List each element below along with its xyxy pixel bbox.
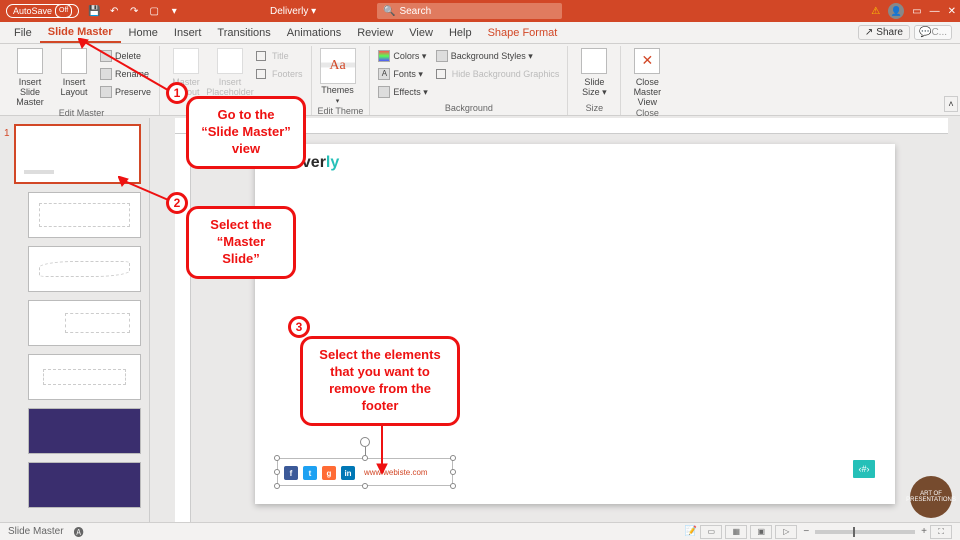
status-mode: Slide Master bbox=[8, 526, 64, 537]
facebook-icon[interactable]: f bbox=[284, 466, 298, 480]
group-background: Colors ▾ AFonts ▾ Effects ▾ Background S… bbox=[370, 46, 568, 115]
warning-icon[interactable]: ⚠ bbox=[871, 6, 880, 17]
theme-icon: Aa bbox=[320, 48, 356, 84]
slide-number-placeholder[interactable]: ‹#› bbox=[853, 460, 875, 478]
watermark-logo: ART OF PRESENTATIONS bbox=[910, 476, 952, 518]
tab-file[interactable]: File bbox=[6, 22, 40, 43]
step1-badge: 1 bbox=[166, 82, 188, 104]
redo-icon[interactable]: ↷ bbox=[127, 4, 141, 18]
footer-selection[interactable]: f t g in www.webiste.com bbox=[277, 458, 453, 486]
slideshow-view-button[interactable]: ▷ bbox=[775, 525, 797, 539]
autosave-toggle[interactable]: AutoSave Off bbox=[6, 4, 79, 18]
tab-animations[interactable]: Animations bbox=[279, 22, 349, 43]
reading-view-button[interactable]: ▣ bbox=[750, 525, 772, 539]
master-slide-thumbnail[interactable]: 1 bbox=[14, 124, 141, 184]
effects-button[interactable]: Effects ▾ bbox=[376, 84, 429, 100]
rotate-handle[interactable] bbox=[360, 437, 370, 447]
step3-badge: 3 bbox=[288, 316, 310, 338]
footer-url: www.webiste.com bbox=[364, 468, 428, 477]
accessibility-icon[interactable]: 🅐 bbox=[74, 524, 84, 539]
master-index: 1 bbox=[4, 128, 10, 139]
linkedin-icon[interactable]: in bbox=[341, 466, 355, 480]
zoom-out-button[interactable]: − bbox=[803, 526, 809, 537]
start-show-icon[interactable]: ▢ bbox=[147, 4, 161, 18]
rss-icon[interactable]: g bbox=[322, 466, 336, 480]
zoom-slider[interactable] bbox=[815, 530, 915, 534]
fonts-button[interactable]: AFonts ▾ bbox=[376, 66, 429, 82]
layout-thumbnail-5[interactable] bbox=[28, 408, 141, 454]
minimize-icon[interactable]: — bbox=[930, 6, 940, 17]
close-window-icon[interactable]: ✕ bbox=[948, 6, 956, 17]
slide-canvas[interactable]: …liverly ‹#› f t g in www.webiste.com bbox=[255, 144, 895, 504]
search-icon: 🔍 bbox=[383, 6, 395, 17]
tab-help[interactable]: Help bbox=[441, 22, 480, 43]
effects-icon bbox=[378, 86, 390, 98]
insert-slide-master-button[interactable]: Insert Slide Master bbox=[10, 48, 50, 108]
ribbon-display-icon[interactable]: ▭ bbox=[912, 6, 921, 17]
status-bar: Slide Master 🅐 📝 ▭ ▦ ▣ ▷ − + ⛶ bbox=[0, 522, 960, 540]
layout-thumbnail-3[interactable] bbox=[28, 300, 141, 346]
tab-view[interactable]: View bbox=[401, 22, 441, 43]
quick-access-toolbar: 💾 ↶ ↷ ▢ ▾ bbox=[87, 4, 181, 18]
account-avatar[interactable]: 👤 bbox=[888, 3, 904, 19]
tab-review[interactable]: Review bbox=[349, 22, 401, 43]
document-name[interactable]: Deliverly ▾ bbox=[270, 6, 316, 17]
collapse-ribbon-button[interactable]: ˄ bbox=[944, 96, 958, 112]
title-bar: AutoSave Off 💾 ↶ ↷ ▢ ▾ Deliverly ▾ 🔍 Sea… bbox=[0, 0, 960, 22]
step2-callout: Select the “Master Slide” bbox=[186, 206, 296, 279]
save-icon[interactable]: 💾 bbox=[87, 4, 101, 18]
layout-thumbnail-6[interactable] bbox=[28, 462, 141, 508]
tab-shape-format[interactable]: Shape Format bbox=[480, 22, 566, 43]
fit-to-window-button[interactable]: ⛶ bbox=[930, 525, 952, 539]
themes-button[interactable]: AaThemes▾ bbox=[318, 48, 358, 106]
qat-more-icon[interactable]: ▾ bbox=[167, 4, 181, 18]
bg-styles-icon bbox=[436, 50, 448, 62]
search-box[interactable]: 🔍 Search bbox=[377, 3, 562, 19]
colors-button[interactable]: Colors ▾ bbox=[376, 48, 429, 64]
layout-thumbnail-2[interactable] bbox=[28, 246, 141, 292]
layout-thumbnail-4[interactable] bbox=[28, 354, 141, 400]
group-close: ✕Close Master View Close bbox=[621, 46, 673, 115]
step3-callout: Select the elements that you want to rem… bbox=[300, 336, 460, 426]
share-button[interactable]: ↗Share bbox=[858, 25, 910, 40]
step1-callout: Go to the “Slide Master” view bbox=[186, 96, 306, 169]
twitter-icon[interactable]: t bbox=[303, 466, 317, 480]
zoom-in-button[interactable]: + bbox=[921, 526, 927, 537]
comments-button[interactable]: 💬C... bbox=[914, 25, 952, 40]
sorter-view-button[interactable]: ▦ bbox=[725, 525, 747, 539]
notes-button[interactable]: 📝 bbox=[685, 526, 697, 537]
slide-size-button[interactable]: Slide Size ▾ bbox=[574, 48, 614, 98]
normal-view-button[interactable]: ▭ bbox=[700, 525, 722, 539]
close-master-view-button[interactable]: ✕Close Master View bbox=[627, 48, 667, 108]
group-size: Slide Size ▾ Size bbox=[568, 46, 621, 115]
group-edit-theme: AaThemes▾ Edit Theme bbox=[312, 46, 371, 115]
footers-checkbox: Footers bbox=[254, 66, 305, 82]
background-styles-button[interactable]: Background Styles ▾ bbox=[434, 48, 562, 64]
hide-bg-checkbox: Hide Background Graphics bbox=[434, 66, 562, 82]
insert-placeholder-button: Insert Placeholder bbox=[210, 48, 250, 98]
tab-transitions[interactable]: Transitions bbox=[209, 22, 278, 43]
fonts-icon: A bbox=[378, 68, 390, 80]
social-icons: f t g in bbox=[284, 466, 355, 480]
title-checkbox: Title bbox=[254, 48, 305, 64]
undo-icon[interactable]: ↶ bbox=[107, 4, 121, 18]
colors-icon bbox=[378, 50, 390, 62]
step2-badge: 2 bbox=[166, 192, 188, 214]
